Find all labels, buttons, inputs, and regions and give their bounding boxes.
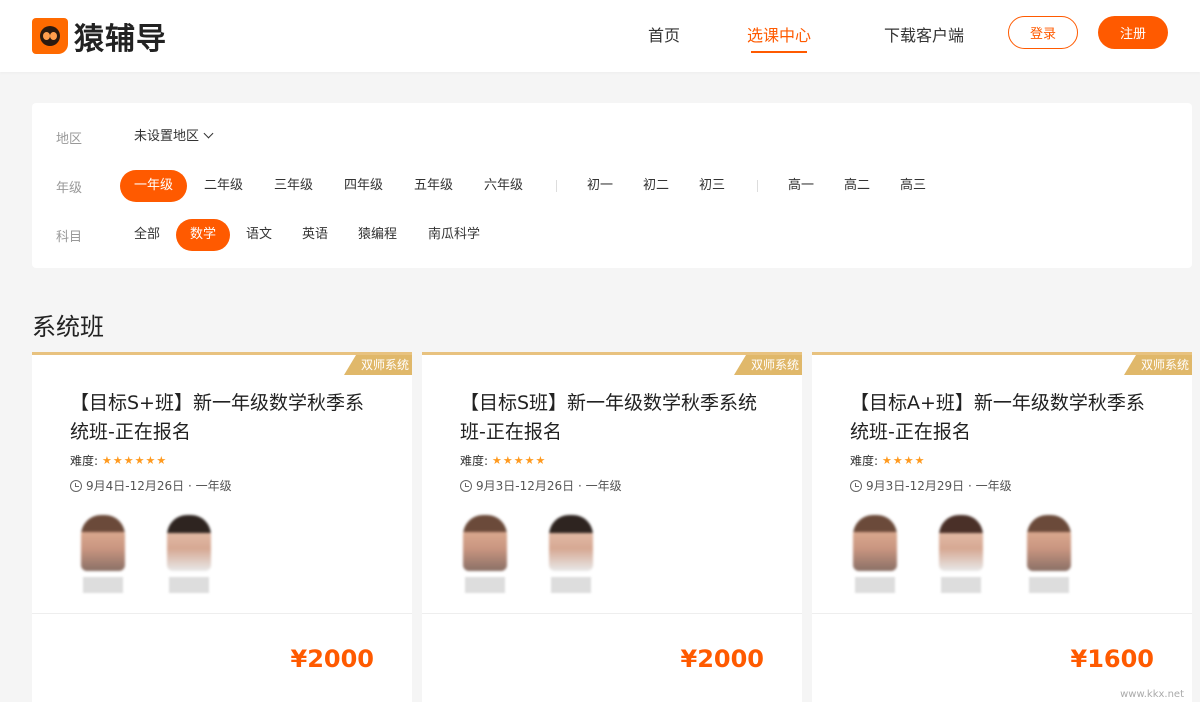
subject-option-math[interactable]: 数学 — [176, 219, 231, 251]
teacher[interactable] — [546, 515, 596, 593]
subject-option-science[interactable]: 南瓜科学 — [414, 219, 494, 251]
subject-option-coding[interactable]: 猿编程 — [344, 219, 411, 251]
avatar — [1027, 515, 1071, 571]
divider — [32, 613, 412, 614]
divider — [757, 180, 758, 192]
avatar — [167, 515, 211, 571]
clock-icon — [460, 479, 472, 492]
course-card[interactable]: 双师系统 【目标S班】新一年级数学秋季系统班-正在报名 难度: ★★★★★ 9月3… — [422, 352, 802, 702]
watermark: www.kkx.net — [1120, 689, 1184, 700]
grade-option-7[interactable]: 初一 — [573, 170, 627, 202]
teacher-name-blurred — [551, 577, 591, 593]
region-select[interactable]: 未设置地区 — [120, 121, 226, 153]
grade-option-2[interactable]: 二年级 — [190, 170, 257, 202]
difficulty: 难度: ★★★★ — [850, 452, 926, 469]
teacher-name-blurred — [1029, 577, 1069, 593]
course-date-text: 9月4日-12月26日 · 一年级 — [86, 479, 232, 493]
divider — [422, 613, 802, 614]
course-title[interactable]: 【目标A+班】新一年级数学秋季系统班-正在报名 — [850, 389, 1160, 447]
difficulty: 难度: ★★★★★★ — [70, 452, 167, 469]
logo[interactable]: 猿辅导 — [32, 14, 167, 58]
difficulty-label: 难度: — [70, 454, 99, 468]
grade-option-3[interactable]: 三年级 — [260, 170, 327, 202]
subject-option-english[interactable]: 英语 — [288, 219, 342, 251]
teacher[interactable] — [1024, 515, 1074, 593]
login-button[interactable]: 登录 — [1008, 16, 1078, 49]
grade-option-1[interactable]: 一年级 — [120, 170, 188, 202]
course-tag: 双师系统 — [734, 355, 802, 375]
course-date: 9月4日-12月26日 · 一年级 — [70, 477, 232, 494]
grade-option-12[interactable]: 高三 — [886, 170, 940, 202]
subject-option-chinese[interactable]: 语文 — [232, 219, 286, 251]
region-label: 地区 — [56, 131, 83, 147]
grade-row: 年级 一年级 二年级 三年级 四年级 五年级 六年级 初一 初二 初三 高一 高… — [32, 170, 1192, 202]
course-title[interactable]: 【目标S+班】新一年级数学秋季系统班-正在报名 — [70, 389, 380, 447]
star-icon: ★★★★★ — [492, 454, 547, 467]
grade-label: 年级 — [56, 180, 83, 196]
teacher[interactable] — [936, 515, 986, 593]
nav-download-client[interactable]: 下载客户端 — [884, 22, 964, 46]
subject-row: 科目 全部 数学 语文 英语 猿编程 南瓜科学 — [32, 219, 1192, 251]
nav-home[interactable]: 首页 — [648, 22, 680, 46]
teacher[interactable] — [850, 515, 900, 593]
register-button[interactable]: 注册 — [1098, 16, 1168, 49]
course-date-text: 9月3日-12月29日 · 一年级 — [866, 479, 1012, 493]
teacher-name-blurred — [83, 577, 123, 593]
grade-option-10[interactable]: 高一 — [774, 170, 828, 202]
divider — [556, 180, 557, 192]
filter-panel: 地区 未设置地区 年级 一年级 二年级 三年级 四年级 五年级 六年级 初一 初… — [32, 103, 1192, 268]
course-card[interactable]: 双师系统 【目标A+班】新一年级数学秋季系统班-正在报名 难度: ★★★★ 9月3… — [812, 352, 1192, 702]
grade-option-11[interactable]: 高二 — [830, 170, 884, 202]
divider — [812, 613, 1192, 614]
grade-option-6[interactable]: 六年级 — [470, 170, 537, 202]
course-tag: 双师系统 — [344, 355, 412, 375]
grade-option-8[interactable]: 初二 — [629, 170, 683, 202]
avatar — [939, 515, 983, 571]
avatar — [81, 515, 125, 571]
teacher[interactable] — [460, 515, 510, 593]
top-header: 猿辅导 首页 选课中心 下载客户端 登录 注册 — [0, 0, 1200, 72]
teacher-name-blurred — [941, 577, 981, 593]
teacher-name-blurred — [465, 577, 505, 593]
grade-option-4[interactable]: 四年级 — [330, 170, 397, 202]
course-price: ¥1600 — [1070, 645, 1155, 673]
avatar — [463, 515, 507, 571]
star-icon: ★★★★★★ — [102, 454, 168, 467]
teacher[interactable] — [78, 515, 128, 593]
teacher-name-blurred — [855, 577, 895, 593]
difficulty-label: 难度: — [850, 454, 879, 468]
difficulty-label: 难度: — [460, 454, 489, 468]
avatar — [853, 515, 897, 571]
region-row: 地区 未设置地区 — [32, 121, 1192, 153]
nav-course-center[interactable]: 选课中心 — [747, 22, 811, 53]
chevron-down-icon — [203, 128, 214, 139]
subject-option-all[interactable]: 全部 — [120, 219, 174, 251]
course-price: ¥2000 — [290, 645, 375, 673]
grade-option-5[interactable]: 五年级 — [400, 170, 467, 202]
monkey-logo-icon — [32, 18, 68, 54]
avatar — [549, 515, 593, 571]
course-date-text: 9月3日-12月26日 · 一年级 — [476, 479, 622, 493]
logo-text: 猿辅导 — [74, 22, 167, 57]
grade-option-9[interactable]: 初三 — [685, 170, 739, 202]
star-icon: ★★★★ — [882, 454, 926, 467]
section-title: 系统班 — [32, 313, 104, 341]
teacher[interactable] — [164, 515, 214, 593]
region-value: 未设置地区 — [134, 129, 200, 144]
clock-icon — [70, 479, 82, 492]
teacher-name-blurred — [169, 577, 209, 593]
clock-icon — [850, 479, 862, 492]
difficulty: 难度: ★★★★★ — [460, 452, 546, 469]
course-date: 9月3日-12月26日 · 一年级 — [460, 477, 622, 494]
course-price: ¥2000 — [680, 645, 765, 673]
course-card[interactable]: 双师系统 【目标S+班】新一年级数学秋季系统班-正在报名 难度: ★★★★★★ 9… — [32, 352, 412, 702]
course-title[interactable]: 【目标S班】新一年级数学秋季系统班-正在报名 — [460, 389, 770, 447]
subject-label: 科目 — [56, 229, 83, 245]
course-tag: 双师系统 — [1124, 355, 1192, 375]
course-date: 9月3日-12月29日 · 一年级 — [850, 477, 1012, 494]
